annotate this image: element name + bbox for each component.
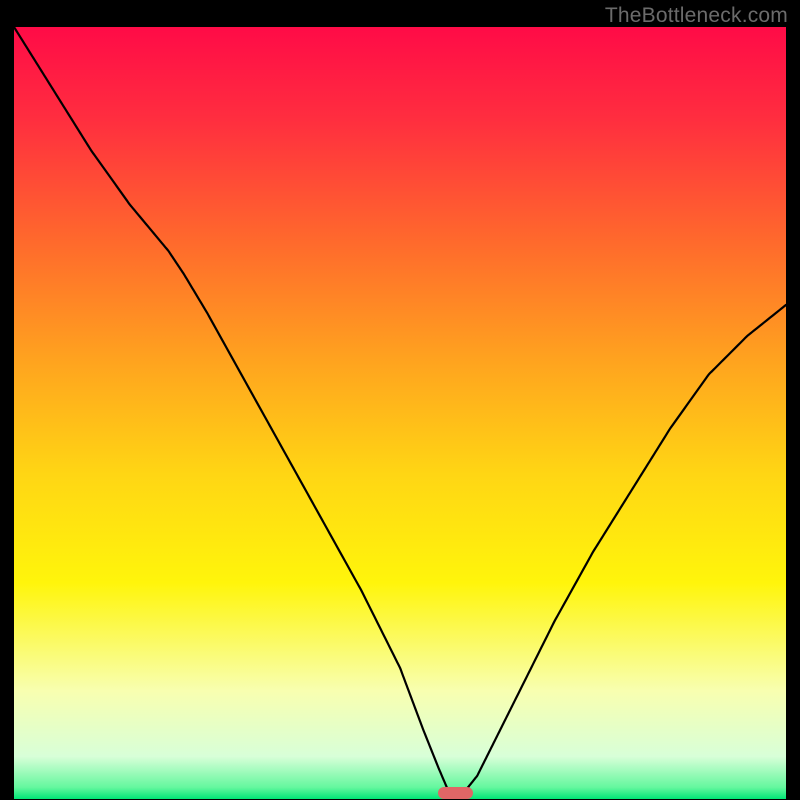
chart-frame xyxy=(14,27,786,799)
optimum-marker xyxy=(438,787,473,799)
chart-background-gradient xyxy=(14,27,786,799)
watermark-text: TheBottleneck.com xyxy=(605,4,788,28)
bottleneck-chart xyxy=(14,27,786,799)
